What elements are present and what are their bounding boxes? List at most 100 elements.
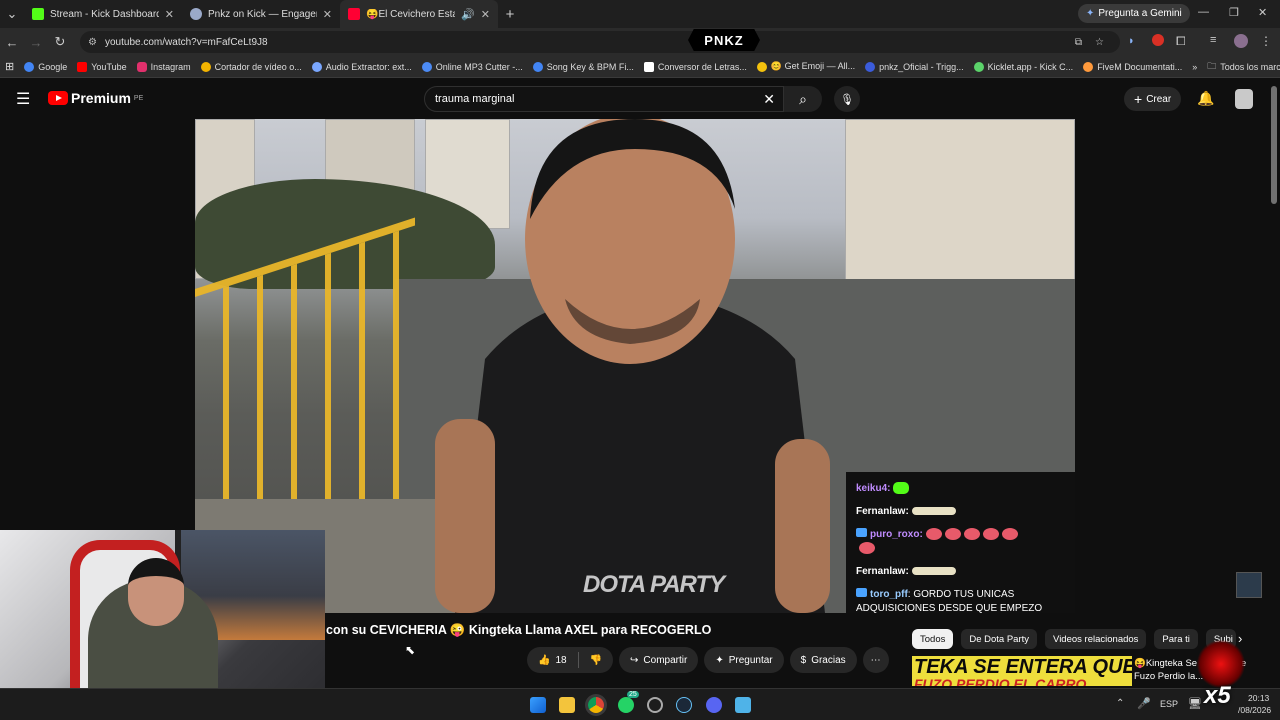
bookmark-item[interactable]: YouTube: [72, 61, 131, 72]
chip-from-channel[interactable]: De Dota Party: [961, 629, 1038, 649]
menu-kebab-icon[interactable]: ⋮: [1260, 34, 1272, 48]
extension-icon[interactable]: [1152, 34, 1164, 46]
site-icon: [865, 61, 876, 72]
bookmark-item[interactable]: FiveM Documentati...: [1078, 61, 1187, 72]
sparkle-icon: ✦: [715, 654, 724, 666]
dislike-icon[interactable]: 👎: [590, 655, 602, 666]
notifications-bell-icon[interactable]: 🔔: [1197, 90, 1214, 107]
steam-icon[interactable]: [676, 697, 692, 713]
reload-icon[interactable]: ↻: [48, 34, 72, 50]
recommended-thumbnail[interactable]: TEKA SE ENTERA QUE FUZO PERDIO EL CARRO: [912, 656, 1132, 686]
thanks-button[interactable]: $ Gracias: [789, 647, 857, 673]
windows-start-icon[interactable]: [530, 697, 546, 713]
language-indicator[interactable]: ESP: [1160, 699, 1178, 709]
url-text: youtube.com/watch?v=mFafCeLt9J8: [105, 36, 268, 48]
page-scrollbar[interactable]: [1271, 86, 1277, 204]
stream-multiplier-overlay: x5: [1204, 682, 1231, 709]
tab-youtube-video[interactable]: 😝El Cevichero Esta a PUN 🔊 ✕: [340, 0, 498, 28]
close-tab-icon[interactable]: ✕: [165, 8, 174, 21]
share-label: Compartir: [643, 654, 688, 666]
bookmark-item[interactable]: Conversor de Letras...: [639, 61, 752, 72]
restore-icon[interactable]: ❐: [1229, 6, 1239, 19]
like-count[interactable]: 18: [555, 655, 566, 666]
ask-button[interactable]: ✦ Preguntar: [704, 647, 784, 673]
bookmarks-bar: ⊞ Google YouTube Instagram Cortador de v…: [0, 56, 1280, 78]
extension-icon[interactable]: ◗: [1128, 35, 1135, 47]
bookmark-label: Online MP3 Cutter -...: [435, 61, 523, 72]
bookmark-item[interactable]: Song Key & BPM Fi...: [528, 61, 639, 72]
bookmark-label: Audio Extractor: ext...: [325, 61, 412, 72]
bookmark-item[interactable]: pnkz_Oficial - Trigg...: [860, 61, 969, 72]
bookmark-item[interactable]: Audio Extractor: ext...: [307, 61, 417, 72]
chip-for-you[interactable]: Para ti: [1154, 629, 1198, 649]
clock-date[interactable]: /08/2026: [1238, 705, 1271, 715]
like-icon[interactable]: 👍: [538, 655, 550, 666]
clock-time[interactable]: 20:13: [1248, 693, 1269, 703]
bookmark-label: YouTube: [91, 61, 127, 72]
search-value: trauma marginal: [435, 93, 515, 105]
chat-username: puro_roxo: [870, 529, 920, 540]
site-info-icon[interactable]: ⚙: [88, 37, 97, 48]
bookmark-label: Song Key & BPM Fi...: [546, 61, 634, 72]
gemini-icon: ✦: [1086, 8, 1095, 19]
bookmark-item[interactable]: Google: [19, 61, 72, 72]
speaker-icon[interactable]: 🔊: [461, 8, 475, 21]
create-button[interactable]: + Crear: [1124, 87, 1182, 111]
close-window-icon[interactable]: ✕: [1258, 6, 1267, 19]
chip-related[interactable]: Videos relacionados: [1045, 629, 1147, 649]
chips-next-icon[interactable]: ›: [1238, 631, 1242, 646]
mic-tray-icon[interactable]: 🎤: [1137, 697, 1151, 710]
new-tab-icon[interactable]: +: [498, 6, 522, 23]
voice-search-button[interactable]: 🎙: [834, 86, 860, 112]
chip-all[interactable]: Todos: [912, 629, 954, 649]
stream-chat-overlay: keiku4: Fernanlaw: puro_roxo: Fernanlaw:…: [846, 472, 1075, 613]
forward-icon[interactable]: →: [24, 35, 48, 50]
bookmark-star-icon[interactable]: ☆: [1095, 37, 1104, 48]
tab-kick-dashboard[interactable]: Stream - Kick Dashboard ✕: [24, 0, 182, 28]
discord-icon[interactable]: [706, 697, 722, 713]
region-code: PE: [133, 94, 144, 102]
more-bookmarks-icon[interactable]: »: [1187, 62, 1202, 72]
minimize-icon[interactable]: —: [1198, 6, 1209, 18]
bookmark-label: Conversor de Letras...: [657, 61, 747, 72]
search-input[interactable]: trauma marginal ✕: [424, 86, 784, 112]
file-explorer-icon[interactable]: [559, 697, 575, 713]
notepad-icon[interactable]: [735, 697, 751, 713]
more-actions-button[interactable]: ⋯: [862, 647, 889, 673]
tray-chevron-icon[interactable]: ⌃: [1116, 698, 1124, 709]
chrome-icon[interactable]: [588, 697, 604, 713]
all-bookmarks-folder[interactable]: 🗀Todos los marcadores: [1202, 59, 1280, 75]
reading-list-icon[interactable]: ≡: [1210, 34, 1216, 46]
bookmark-item[interactable]: Cortador de vídeo o...: [196, 61, 307, 72]
install-icon[interactable]: ⧉: [1075, 37, 1082, 48]
bookmark-item[interactable]: Instagram: [132, 61, 196, 72]
app-icon[interactable]: [647, 697, 663, 713]
apps-grid-icon[interactable]: ⊞: [0, 60, 19, 73]
url-field[interactable]: ⚙ youtube.com/watch?v=mFafCeLt9J8 PNKZ ⧉…: [80, 29, 1120, 53]
bookmark-item[interactable]: Online MP3 Cutter -...: [417, 61, 528, 72]
bookmark-item[interactable]: Kicklet.app - Kick C...: [969, 61, 1079, 72]
chat-emote: [859, 542, 875, 555]
network-icon[interactable]: 🖥: [1188, 697, 1202, 710]
tab-pnkz-engagement[interactable]: Pnkz on Kick — Engagement A ✕: [182, 0, 340, 28]
close-tab-icon[interactable]: ✕: [323, 8, 332, 21]
globe-favicon-icon: [190, 8, 202, 20]
chat-message: toro_pff: GORDO TUS UNICAS ADQUISICIONES…: [856, 588, 1043, 613]
close-tab-icon[interactable]: ✕: [481, 8, 490, 21]
hamburger-menu-icon[interactable]: ☰: [16, 89, 30, 109]
account-avatar[interactable]: [1235, 89, 1253, 109]
clear-search-icon[interactable]: ✕: [763, 91, 775, 108]
microphone-icon: 🎙: [840, 93, 854, 106]
tab-search-icon[interactable]: ⌄: [0, 6, 24, 22]
site-icon: [421, 61, 432, 72]
ask-gemini-button[interactable]: ✦ Pregunta a Gemini: [1078, 4, 1190, 23]
profile-avatar[interactable]: [1234, 34, 1248, 48]
search-button[interactable]: ⌕: [784, 86, 822, 112]
bookmark-item[interactable]: 😊 Get Emoji — All...: [752, 61, 860, 72]
share-button[interactable]: ↪ Compartir: [619, 647, 699, 673]
whatsapp-icon[interactable]: [618, 697, 634, 713]
extensions-puzzle-icon[interactable]: ⧠: [1176, 34, 1186, 49]
google-icon: [24, 61, 35, 72]
youtube-premium-logo[interactable]: Premium PE: [48, 90, 143, 106]
back-icon[interactable]: ←: [0, 35, 24, 50]
